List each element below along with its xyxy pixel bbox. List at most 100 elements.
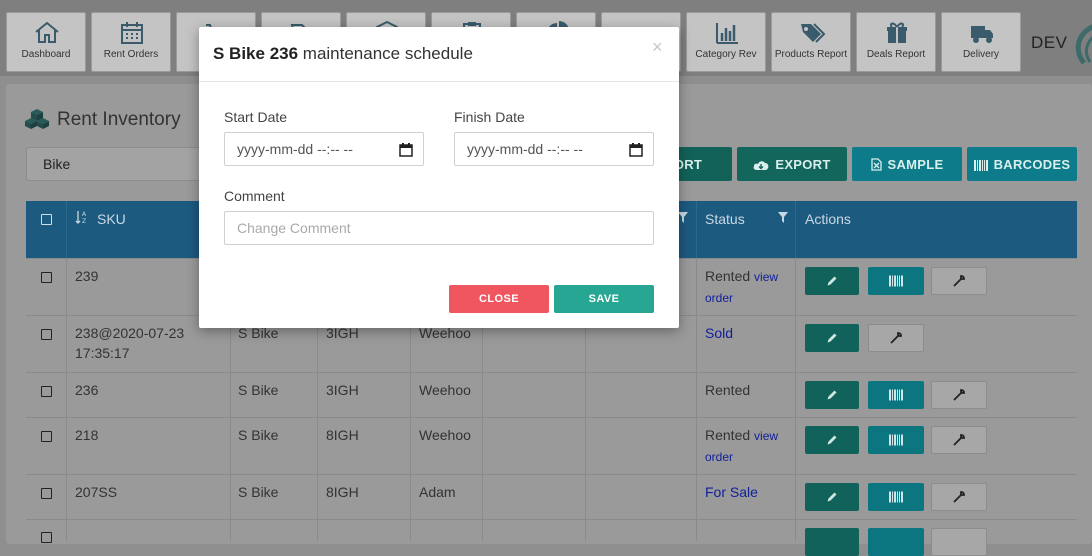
header-status[interactable]: Status: [705, 211, 745, 227]
nav-tile-label: Delivery: [962, 49, 1000, 60]
column-divider: [795, 258, 796, 541]
row-checkbox[interactable]: [41, 488, 52, 499]
start-date-input[interactable]: yyyy-mm-dd --:-- --: [224, 132, 424, 166]
modal-title-suffix: maintenance schedule: [298, 44, 473, 63]
table-row: [26, 519, 1077, 556]
cell-sku: 239: [75, 266, 98, 286]
calendar-icon[interactable]: [629, 142, 643, 157]
wrench-icon: [953, 434, 965, 446]
calendar-icon[interactable]: [399, 142, 413, 157]
view-order-link-2[interactable]: order: [705, 450, 733, 464]
gift-icon: [887, 22, 907, 43]
cell-size: 8IGH: [326, 484, 359, 500]
maintenance-button[interactable]: [931, 426, 987, 454]
barcode-icon: [889, 389, 903, 401]
truck-icon: [971, 26, 993, 43]
comment-placeholder: Change Comment: [237, 220, 351, 236]
sample-button[interactable]: SAMPLE: [852, 147, 962, 181]
cell-size: 3IGH: [326, 382, 359, 398]
modal-close-icon[interactable]: ×: [652, 37, 663, 58]
edit-button[interactable]: [805, 483, 859, 511]
svg-text:A: A: [82, 211, 87, 218]
nav-tile-1[interactable]: Rent Orders: [91, 12, 171, 72]
barcode-button[interactable]: [868, 426, 924, 454]
row-checkbox[interactable]: [41, 532, 52, 543]
pencil-icon: [827, 390, 837, 400]
edit-button[interactable]: [805, 324, 859, 352]
brand-logo-icon: [1075, 24, 1092, 65]
nav-tile-11[interactable]: Delivery: [941, 12, 1021, 72]
comment-label: Comment: [224, 188, 285, 204]
nav-tile-label: Category Rev: [695, 49, 757, 60]
sort-alpha-icon: AZ: [75, 211, 87, 224]
category-filter-select[interactable]: Bike: [26, 147, 216, 181]
nav-tile-label: Deals Report: [866, 49, 926, 60]
maintenance-button[interactable]: [931, 267, 987, 295]
cell-brand: Weehoo: [419, 427, 471, 443]
view-order-link[interactable]: view: [754, 429, 778, 443]
nav-tile-9[interactable]: Products Report: [771, 12, 851, 72]
comment-input[interactable]: Change Comment: [224, 211, 654, 245]
category-filter-value: Bike: [43, 156, 71, 172]
bar-chart-icon: [716, 23, 738, 44]
maintenance-button[interactable]: [931, 483, 987, 511]
row-checkbox[interactable]: [41, 431, 52, 442]
nav-tile-label: Rent Orders: [103, 49, 159, 60]
row-checkbox[interactable]: [41, 329, 52, 340]
cell-size: 8IGH: [326, 427, 359, 443]
table-row: 236 S Bike 3IGH Weehoo Rented: [26, 372, 1077, 417]
select-all-checkbox[interactable]: [41, 214, 52, 225]
start-date-label: Start Date: [224, 109, 288, 125]
cell-brand: Adam: [419, 484, 456, 500]
filter-icon[interactable]: [678, 212, 688, 223]
table-row: 207SS S Bike 8IGH Adam For Sale: [26, 474, 1077, 519]
wrench-icon: [953, 491, 965, 503]
barcode-icon: [889, 491, 903, 503]
edit-button[interactable]: [805, 528, 859, 556]
maintenance-button[interactable]: [931, 381, 987, 409]
barcode-icon: [889, 434, 903, 446]
sku-text: 238@2020-07-23: [75, 325, 185, 341]
home-icon: [35, 21, 59, 43]
cell-sku: 236: [75, 380, 98, 400]
finish-date-input[interactable]: yyyy-mm-dd --:-- --: [454, 132, 654, 166]
export-button[interactable]: EXPORT: [737, 147, 847, 181]
sku-text: 236: [75, 382, 99, 398]
row-checkbox[interactable]: [41, 272, 52, 283]
nav-tile-8[interactable]: Category Rev: [686, 12, 766, 72]
edit-button[interactable]: [805, 426, 859, 454]
header-sku[interactable]: SKU: [97, 211, 126, 227]
save-button[interactable]: SAVE: [554, 285, 654, 313]
barcodes-button[interactable]: BARCODES: [967, 147, 1077, 181]
barcode-button[interactable]: [868, 267, 924, 295]
maintenance-button[interactable]: [931, 528, 987, 556]
row-checkbox[interactable]: [41, 386, 52, 397]
page-title: Rent Inventory: [57, 109, 181, 130]
status-text: Rented: [705, 427, 751, 443]
pencil-icon: [827, 276, 837, 286]
column-divider: [696, 258, 697, 541]
edit-button[interactable]: [805, 381, 859, 409]
barcode-button[interactable]: [868, 528, 924, 556]
maintenance-button[interactable]: [868, 324, 924, 352]
modal-header: S Bike 236 maintenance schedule ×: [199, 27, 679, 82]
view-order-link[interactable]: view: [754, 270, 778, 284]
wrench-icon: [890, 332, 902, 344]
close-button[interactable]: CLOSE: [449, 285, 549, 313]
edit-button[interactable]: [805, 267, 859, 295]
nav-tile-10[interactable]: Deals Report: [856, 12, 936, 72]
barcodes-button-label: BARCODES: [993, 157, 1071, 172]
cell-sku: 207SS: [75, 482, 117, 502]
modal-title-item: S Bike 236: [213, 44, 299, 63]
barcode-icon: [889, 275, 903, 287]
modal-title: S Bike 236 maintenance schedule: [213, 44, 473, 64]
barcode-button[interactable]: [868, 483, 924, 511]
barcode-button[interactable]: [868, 381, 924, 409]
status-filter-icon[interactable]: [778, 212, 788, 223]
view-order-link-2[interactable]: order: [705, 291, 733, 305]
nav-tile-0[interactable]: Dashboard: [6, 12, 86, 72]
status-text: Rented: [705, 382, 751, 398]
cell-status: Sold: [705, 323, 733, 344]
sample-button-label: SAMPLE: [887, 157, 944, 172]
start-date-value: yyyy-mm-dd --:-- --: [237, 141, 353, 157]
